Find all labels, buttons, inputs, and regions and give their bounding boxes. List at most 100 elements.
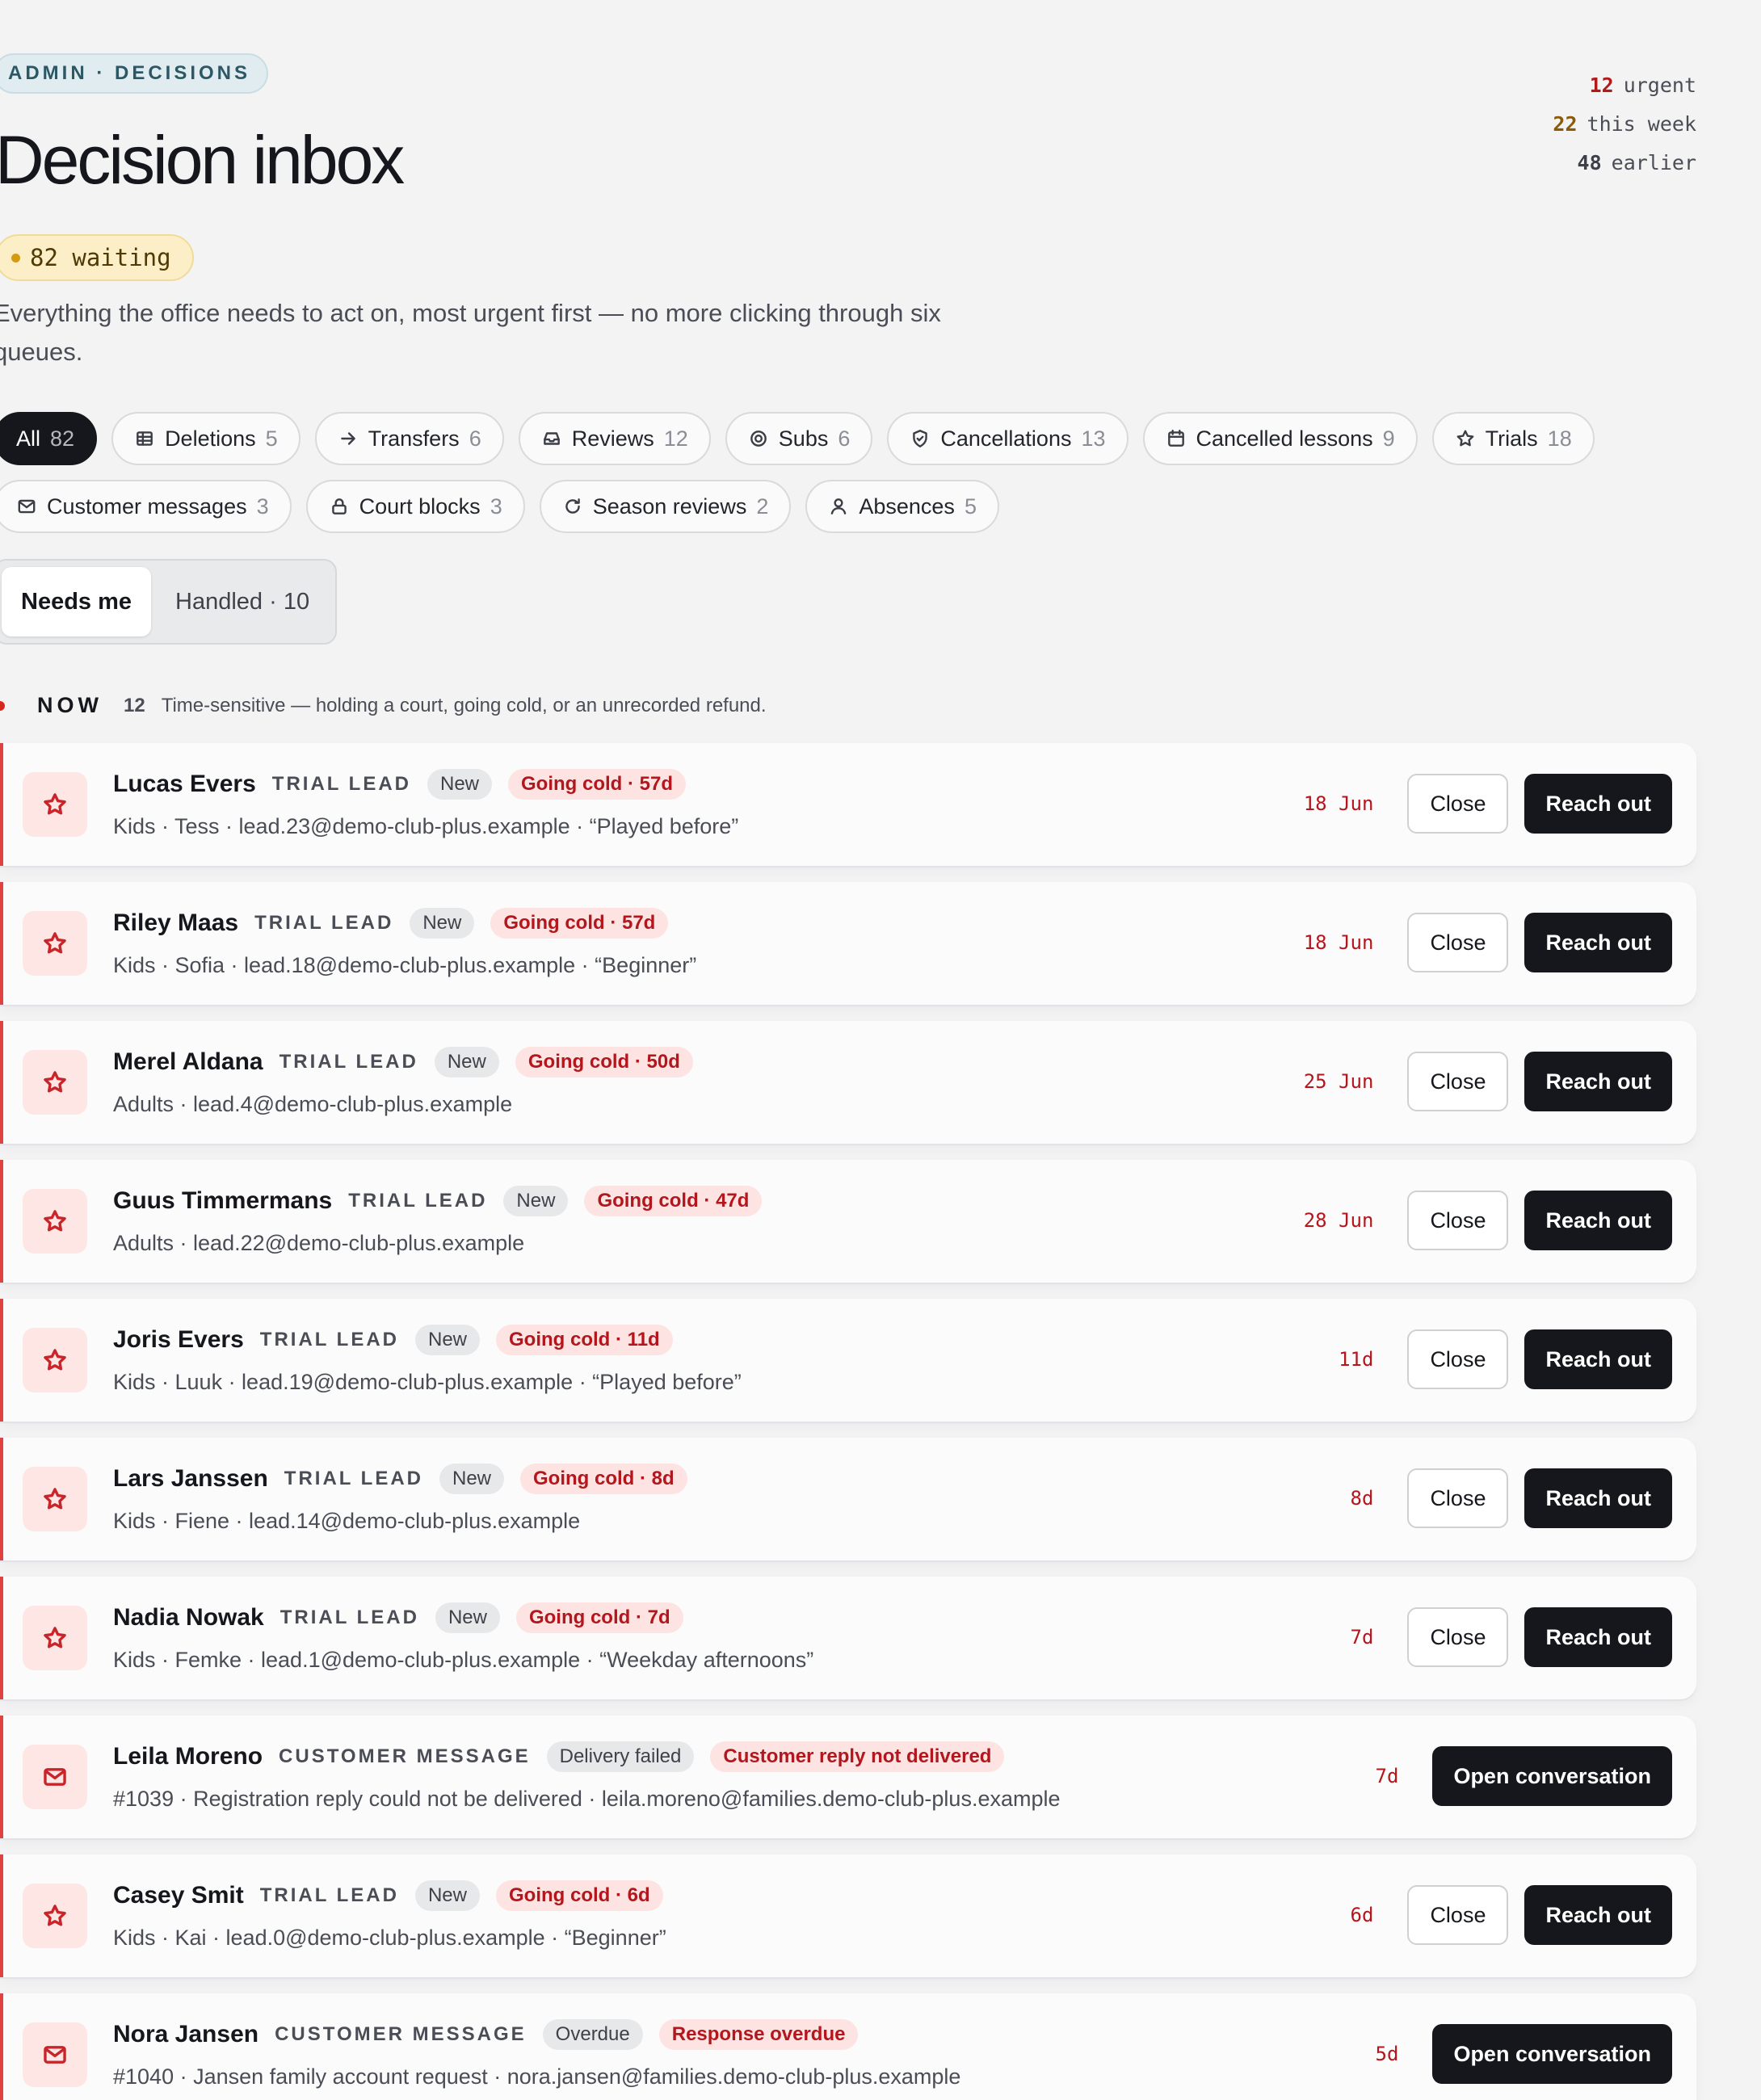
filter-chip-cancellations[interactable]: Cancellations 13 (887, 412, 1128, 465)
filter-chip-label: Deletions (165, 426, 256, 451)
item-date: 11d (1339, 1348, 1374, 1371)
decision-card[interactable]: Nora Jansen CUSTOMER MESSAGE Overdue Respon… (0, 1993, 1696, 2100)
alert-badge: Going cold · 11d (496, 1325, 673, 1355)
mail-icon (18, 499, 36, 514)
status-badge: New (410, 908, 475, 939)
item-name: Nadia Nowak (113, 1604, 264, 1631)
item-type-icon (23, 911, 87, 976)
item-name: Lucas Evers (113, 771, 256, 797)
alert-badge: Going cold · 7d (515, 1602, 683, 1633)
item-kind: TRIAL LEAD (254, 912, 394, 934)
close-button[interactable]: Close (1407, 774, 1509, 834)
section-label: NOW (37, 693, 103, 717)
item-details: Kids · Tess · lead.23@demo-club-plus.exa… (113, 814, 739, 838)
open-conversation-button[interactable]: Open conversation (1432, 1746, 1672, 1806)
filter-chip-cancelled-lessons[interactable]: Cancelled lessons 9 (1142, 412, 1418, 465)
filter-chip-deletions[interactable]: Deletions 5 (111, 412, 301, 465)
filter-row-2: Customer messages 3 Court blocks 3 Season re… (0, 480, 1609, 533)
item-actions: 8d Close Reach out (1351, 1468, 1672, 1528)
reach-out-button[interactable]: Reach out (1524, 1052, 1672, 1111)
item-heading: Lars Janssen TRIAL LEAD New Going cold · 8d (113, 1464, 687, 1494)
reach-out-button[interactable]: Reach out (1524, 1885, 1672, 1945)
filter-chip-label: Transfers (368, 426, 460, 451)
filter-chip-trials[interactable]: Trials 18 (1431, 412, 1595, 465)
decision-card[interactable]: Casey Smit TRIAL LEAD New Going cold · 6d Ki… (0, 1854, 1696, 1977)
filter-chip-label: Season reviews (592, 494, 747, 519)
item-kind: TRIAL LEAD (284, 1468, 423, 1489)
stat-label: earlier (1611, 151, 1696, 174)
filter-chip-count: 18 (1547, 426, 1572, 451)
status-badge: New (503, 1186, 569, 1216)
filter-chip-season-reviews[interactable]: Season reviews 2 (539, 480, 792, 533)
item-actions: 28 Jun Close Reach out (1304, 1191, 1672, 1250)
item-date: 5d (1375, 2043, 1399, 2065)
reach-out-button[interactable]: Reach out (1524, 913, 1672, 972)
breadcrumb: ADMIN · DECISIONS (0, 53, 269, 94)
alert-badge: Going cold · 57d (508, 769, 687, 800)
decision-card[interactable]: Riley Maas TRIAL LEAD New Going cold · 57d K… (0, 882, 1696, 1005)
item-type-icon (23, 1884, 87, 1948)
filter-chips: All 82 Deletions 5 Transfers 6 Reviews 12 Subs 6 C… (0, 412, 1609, 548)
page-subtitle: Everything the office needs to act on, m… (0, 299, 941, 366)
open-conversation-button[interactable]: Open conversation (1432, 2024, 1672, 2084)
item-details: Adults · lead.22@demo-club-plus.example (113, 1231, 525, 1255)
filter-chip-court-blocks[interactable]: Court blocks 3 (305, 480, 525, 533)
alert-badge: Going cold · 47d (584, 1186, 763, 1216)
reach-out-button[interactable]: Reach out (1524, 1329, 1672, 1389)
item-date: 25 Jun (1303, 1070, 1374, 1093)
status-badge: New (414, 1880, 480, 1911)
filter-chip-label: Trials (1485, 426, 1538, 451)
item-heading: Casey Smit TRIAL LEAD New Going cold · 6d (113, 1880, 663, 1911)
alert-badge: Response overdue (658, 2019, 859, 2050)
tab-needs-me[interactable]: Needs me (2, 567, 152, 636)
decision-card[interactable]: Joris Evers TRIAL LEAD New Going cold · 11d… (0, 1299, 1696, 1422)
filter-chip-all[interactable]: All 82 (0, 412, 98, 465)
item-date: 7d (1350, 1626, 1374, 1648)
item-type-icon (23, 2022, 87, 2087)
decision-card[interactable]: Leila Moreno CUSTOMER MESSAGE Delivery fai… (0, 1716, 1696, 1838)
decision-card[interactable]: Guus Timmermans TRIAL LEAD New Going cold ·… (0, 1160, 1696, 1283)
decision-card[interactable]: Nadia Nowak TRIAL LEAD New Going cold · 7d K… (0, 1577, 1696, 1699)
star-icon (44, 1071, 66, 1093)
close-button[interactable]: Close (1407, 1052, 1509, 1111)
item-kind: TRIAL LEAD (259, 1329, 399, 1350)
filter-chip-reviews[interactable]: Reviews 12 (518, 412, 711, 465)
close-button[interactable]: Close (1407, 1468, 1509, 1528)
reach-out-button[interactable]: Reach out (1524, 774, 1672, 834)
tab-handled[interactable]: Handled · 10 (156, 567, 329, 636)
close-button[interactable]: Close (1407, 1607, 1509, 1667)
decision-card[interactable]: Merel Aldana TRIAL LEAD New Going cold · 50… (0, 1021, 1696, 1144)
filter-chip-customer-messages[interactable]: Customer messages 3 (0, 480, 292, 533)
decision-card[interactable]: Lars Janssen TRIAL LEAD New Going cold · 8d… (0, 1438, 1696, 1560)
reach-out-button[interactable]: Reach out (1524, 1607, 1672, 1667)
filter-chip-absences[interactable]: Absences 5 (805, 480, 999, 533)
item-date: 8d (1350, 1487, 1374, 1510)
star-icon (44, 1905, 66, 1926)
item-actions: 18 Jun Close Reach out (1304, 913, 1672, 972)
item-date: 18 Jun (1303, 931, 1374, 954)
close-button[interactable]: Close (1407, 1329, 1509, 1389)
filter-chip-label: Court blocks (359, 494, 481, 519)
filter-row-1: All 82 Deletions 5 Transfers 6 Reviews 12 Subs 6 C… (0, 412, 1609, 465)
close-button[interactable]: Close (1407, 1885, 1509, 1945)
item-actions: 7d Close Reach out (1351, 1607, 1672, 1667)
item-actions: 5d Open conversation (1376, 2024, 1672, 2084)
reach-out-button[interactable]: Reach out (1524, 1191, 1672, 1250)
item-type-icon (23, 1189, 87, 1254)
item-name: Lars Janssen (113, 1465, 268, 1492)
filter-chip-count: 82 (50, 426, 75, 451)
stat-this-week: 22 this week (1553, 105, 1696, 144)
filter-chip-transfers[interactable]: Transfers 6 (314, 412, 504, 465)
filter-chip-subs[interactable]: Subs 6 (725, 412, 873, 465)
section-description: Time-sensitive — holding a court, going … (161, 694, 767, 716)
item-type-icon (23, 1050, 87, 1115)
reach-out-button[interactable]: Reach out (1524, 1468, 1672, 1528)
filter-chip-label: Cancelled lessons (1196, 426, 1373, 451)
filter-chip-label: All (16, 426, 41, 451)
close-button[interactable]: Close (1407, 913, 1509, 972)
item-date: 28 Jun (1303, 1209, 1374, 1232)
waiting-badge: 82 waiting (0, 234, 194, 281)
close-button[interactable]: Close (1407, 1191, 1509, 1250)
star-icon (44, 1627, 66, 1648)
decision-card[interactable]: Lucas Evers TRIAL LEAD New Going cold · 57d… (0, 743, 1696, 866)
